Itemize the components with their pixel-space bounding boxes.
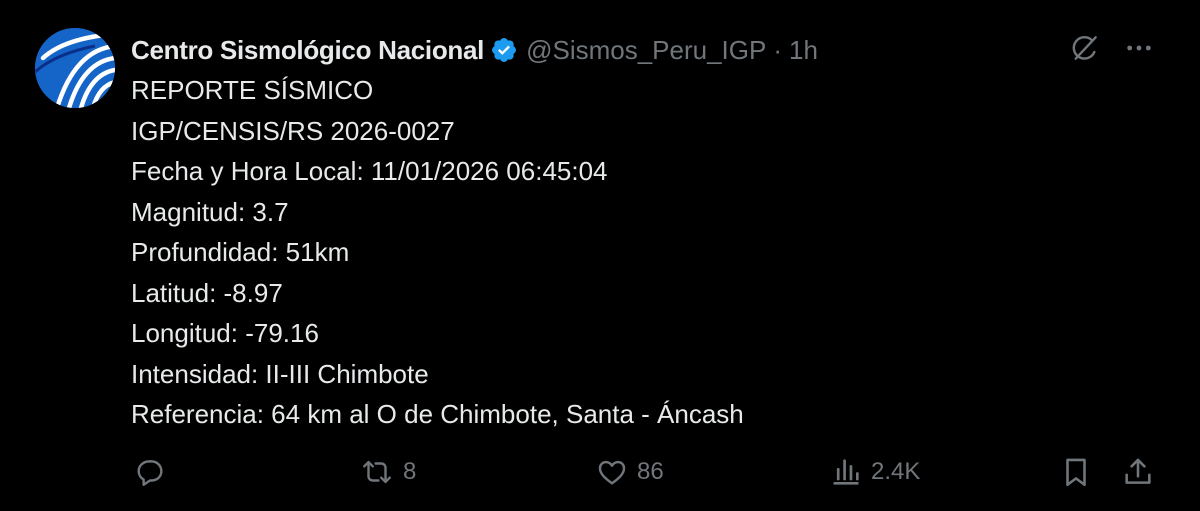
view-count: 2.4K <box>871 458 921 485</box>
text-line: Longitud: -79.16 <box>131 318 319 348</box>
text-line: REPORTE SÍSMICO <box>131 75 374 105</box>
like-count: 86 <box>637 458 664 485</box>
share-button[interactable] <box>1121 450 1155 494</box>
retweet-count: 8 <box>403 458 417 485</box>
bookmark-button[interactable] <box>1059 450 1093 494</box>
more-options-icon[interactable] <box>1123 32 1155 64</box>
text-line: IGP/CENSIS/RS 2026-0027 <box>131 115 455 146</box>
avatar-logo <box>35 28 115 108</box>
share-icon <box>1121 455 1155 489</box>
retweet-icon <box>359 455 395 489</box>
avatar[interactable] <box>35 28 115 108</box>
separator-dot: · <box>773 34 783 65</box>
handle[interactable]: @Sismos_Peru_IGP <box>526 35 766 66</box>
text-line: Intensidad: II-III Chimbote <box>131 358 429 389</box>
timestamp[interactable]: 1h <box>789 35 818 66</box>
text-line: Fecha y Hora Local: 11/01/2026 06:45:04 <box>131 156 608 186</box>
reply-icon <box>133 455 167 489</box>
tweet-header: Centro Sismológico Nacional @Sismos_Peru… <box>131 30 818 70</box>
views-icon <box>829 455 863 489</box>
bookmark-icon <box>1059 455 1093 489</box>
text-line: Profundidad: 51km <box>131 237 350 267</box>
text-line: Magnitud: 3.7 <box>131 196 289 227</box>
like-icon <box>595 455 629 489</box>
verified-badge-icon <box>490 36 518 64</box>
grok-icon[interactable] <box>1069 32 1101 64</box>
text-line: Referencia: 64 km al O de Chimbote, Sant… <box>131 399 744 429</box>
retweet-button[interactable]: 8 <box>359 450 416 494</box>
reply-button[interactable] <box>133 450 175 494</box>
like-button[interactable]: 86 <box>595 450 664 494</box>
tweet[interactable]: Centro Sismológico Nacional @Sismos_Peru… <box>0 0 1200 511</box>
tweet-text: REPORTE SÍSMICO IGP/CENSIS/RS 2026-0027 … <box>131 70 1151 435</box>
display-name[interactable]: Centro Sismológico Nacional <box>131 35 484 66</box>
action-bar: 8 86 2.4K <box>131 450 1161 494</box>
top-actions <box>1069 32 1155 64</box>
views-button[interactable]: 2.4K <box>829 450 920 494</box>
text-line: Latitud: -8.97 <box>131 277 283 308</box>
